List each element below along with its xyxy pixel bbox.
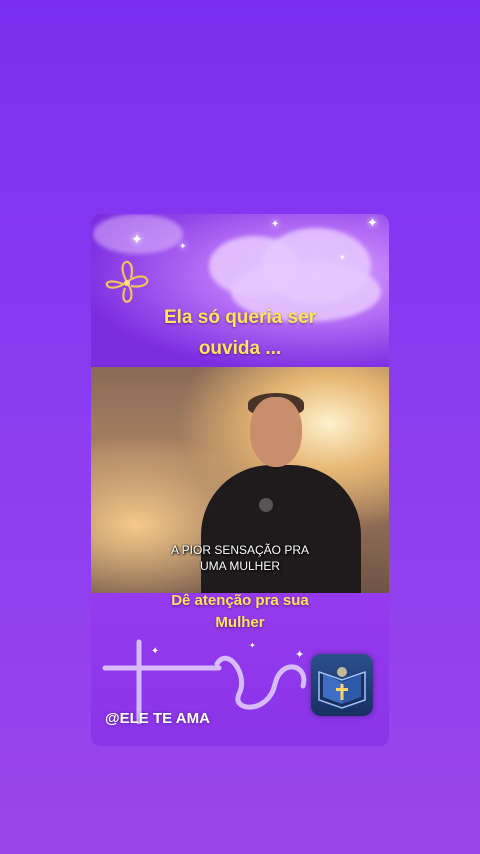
svg-text:✦: ✦ <box>249 641 256 650</box>
account-handle: @ELE TE AMA <box>105 710 210 727</box>
sparkle-icon: ✦ <box>131 231 143 247</box>
svg-text:✦: ✦ <box>151 646 159 657</box>
sparkle-icon: ✦ <box>179 241 187 251</box>
subtitle-line-2: UMA MULHER <box>199 559 280 573</box>
video-frame[interactable]: A PIOR SENSAÇÃO PRA UMA MULHER <box>91 367 389 593</box>
speaker-head <box>250 397 302 467</box>
caption-line-2: Mulher <box>215 614 265 631</box>
post-caption: Dê atenção pra sua Mulher <box>91 590 389 634</box>
video-subtitle: A PIOR SENSAÇÃO PRA UMA MULHER <box>91 542 389 574</box>
sparkle-icon: ✦ <box>271 219 280 230</box>
post-headline: Ela só queria ser ouvida ... <box>91 302 389 364</box>
caption-line-1: Dê atenção pra sua <box>171 592 309 609</box>
headline-line-2: ouvida ... <box>198 338 282 359</box>
headline-line-1: Ela só queria ser <box>163 307 317 328</box>
sky-banner: ✦ ✦ ✦ ✦ ✦ Ela só queria ser ouvida ... <box>91 214 389 367</box>
bible-cross-icon <box>311 654 373 716</box>
post-card[interactable]: ✦ ✦ ✦ ✦ ✦ Ela só queria ser ouvida ... A… <box>91 214 389 746</box>
subtitle-line-1: A PIOR SENSAÇÃO PRA <box>170 543 310 557</box>
sparkle-icon: ✦ <box>339 253 346 262</box>
page-background: ✦ ✦ ✦ ✦ ✦ Ela só queria ser ouvida ... A… <box>0 0 480 854</box>
sparkle-icon: ✦ <box>367 215 378 230</box>
svg-text:✦: ✦ <box>295 649 304 661</box>
microphone <box>259 498 273 512</box>
